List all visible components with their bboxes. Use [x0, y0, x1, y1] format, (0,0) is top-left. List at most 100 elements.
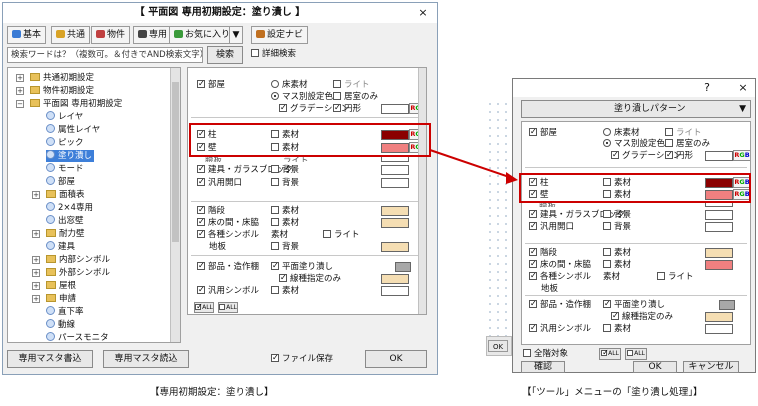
detail-search-checkbox[interactable]: 詳細検索 — [251, 49, 296, 60]
tool-floor-gap-checkbox[interactable]: 床の間・床脇 — [529, 258, 591, 271]
tab-property[interactable]: 物件 — [91, 26, 131, 44]
tool-general-symbol-material-checkbox[interactable]: 素材 — [603, 324, 631, 335]
search-input[interactable]: 検索ワードは？（複数可。＆付きでAND検索文字） — [7, 47, 203, 63]
master-read-button[interactable]: 専用マスタ読込 — [103, 350, 189, 368]
floor-gap-color-swatch[interactable] — [381, 218, 409, 228]
tree-item[interactable]: 申請 — [46, 293, 78, 305]
tab-basic[interactable]: 基本 — [7, 26, 47, 44]
tree-item[interactable]: 直下率 — [46, 306, 86, 318]
tree-item[interactable]: 出窓壁 — [46, 215, 86, 227]
tree-item[interactable]: 塗り潰し — [46, 150, 95, 162]
tree-item[interactable]: 外部シンボル — [46, 267, 112, 279]
tool-floor-material-radio[interactable]: 床素材 — [603, 128, 640, 139]
all-off-button[interactable]: ALL — [218, 302, 238, 313]
tree-item[interactable]: 動線 — [46, 319, 77, 331]
all-on-button[interactable]: ALL — [194, 302, 214, 313]
tree-expander[interactable]: + — [32, 230, 40, 238]
all-target-checkbox[interactable]: 全階対象 — [523, 349, 568, 360]
tool-general-opening-checkbox[interactable]: 汎用開口 — [529, 220, 574, 233]
tool-cancel-button[interactable]: キャンセル — [683, 361, 739, 373]
tool-circle-checkbox[interactable]: 円形 — [665, 149, 693, 162]
tool-stairs-material-checkbox[interactable]: 素材 — [603, 248, 631, 259]
tree-item[interactable]: モード — [46, 163, 86, 175]
general-opening-checkbox[interactable]: 汎用開口 — [197, 176, 242, 189]
line-only-checkbox[interactable]: 線種指定のみ — [279, 272, 341, 285]
tool-ok-button[interactable]: OK — [633, 361, 677, 373]
circle-checkbox[interactable]: 円形 — [333, 102, 361, 115]
tool-fitting-color-swatch[interactable] — [705, 210, 733, 220]
stairs-color-swatch[interactable] — [381, 206, 409, 216]
tool-opening-background-checkbox[interactable]: 背景 — [603, 222, 631, 233]
tool-opening-color-swatch[interactable] — [705, 222, 733, 232]
tree-item[interactable]: 面積表 — [46, 189, 87, 201]
tree-item[interactable]: レイヤ — [46, 111, 85, 123]
tool-room-color-swatch[interactable] — [705, 151, 733, 161]
tree-expander[interactable]: + — [32, 191, 40, 199]
file-save-checkbox[interactable]: ファイル保存 — [271, 352, 333, 365]
general-symbol-material-checkbox[interactable]: 素材 — [271, 286, 299, 297]
tree-item[interactable]: 共通初期設定 — [30, 72, 96, 84]
general-symbol-checkbox[interactable]: 汎用シンボル — [197, 284, 259, 297]
tool-general-symbol-color-swatch[interactable] — [705, 324, 733, 334]
base-plate-background-checkbox[interactable]: 背景 — [271, 242, 299, 253]
tree-item[interactable]: 物件初期設定 — [30, 85, 96, 97]
tree-item[interactable]: 内部シンボル — [46, 254, 112, 266]
tree-expander[interactable]: + — [32, 295, 40, 303]
tab-common[interactable]: 共通 — [51, 26, 91, 44]
master-write-button[interactable]: 専用マスタ書込 — [7, 350, 93, 368]
tool-close-button[interactable]: × — [735, 79, 751, 97]
search-button[interactable]: 検索 — [207, 46, 243, 64]
tree-item[interactable]: パースモニタ — [46, 332, 111, 344]
tree-expander[interactable]: + — [16, 87, 24, 95]
tool-room-rgb-button[interactable]: RGB — [733, 150, 750, 161]
light-checkbox[interactable]: ライト — [333, 80, 370, 91]
floor-material-radio[interactable]: 床素材 — [271, 80, 308, 91]
cad-bottom-ok-button[interactable]: OK — [488, 340, 508, 352]
symbols-checkbox[interactable]: 各種シンボル — [197, 228, 259, 241]
tree-expander[interactable]: + — [16, 74, 24, 82]
tree-scrollbar[interactable] — [170, 68, 180, 342]
tool-line-only-checkbox[interactable]: 線種指定のみ — [611, 310, 673, 323]
tab-dedicated[interactable]: 専用 — [133, 26, 173, 44]
setting-navi-button[interactable]: 設定ナビ — [251, 26, 309, 44]
tool-all-on-button[interactable]: ALL — [599, 348, 621, 360]
tool-all-off-button[interactable]: ALL — [625, 348, 647, 360]
room-checkbox[interactable]: 部屋 — [197, 78, 225, 91]
tree-item[interactable]: 耐力壁 — [46, 228, 87, 240]
line-only-color-swatch[interactable] — [381, 274, 409, 284]
tool-symbols-light-checkbox[interactable]: ライト — [657, 272, 694, 283]
tool-light-checkbox[interactable]: ライト — [665, 128, 702, 139]
room-color-swatch[interactable] — [381, 104, 409, 114]
general-symbol-color-swatch[interactable] — [381, 286, 409, 296]
fill-pattern-dropdown[interactable]: 塗り潰しパターン ▼ — [521, 100, 751, 118]
floor-gap-material-checkbox[interactable]: 素材 — [271, 218, 299, 229]
tree-item[interactable]: 属性レイヤ — [46, 124, 102, 136]
tab-more-dropdown[interactable]: ▼ — [229, 26, 243, 44]
tool-general-symbol-checkbox[interactable]: 汎用シンボル — [529, 322, 591, 335]
main-ok-button[interactable]: OK — [365, 350, 427, 368]
tree-expander[interactable]: + — [32, 269, 40, 277]
tree-expander[interactable]: + — [32, 256, 40, 264]
tool-symbols-checkbox[interactable]: 各種シンボル — [529, 270, 591, 283]
opening-background-checkbox[interactable]: 背景 — [271, 178, 299, 189]
panel-scrollbar[interactable] — [418, 68, 426, 314]
tool-fitting-background-checkbox[interactable]: 背景 — [603, 210, 631, 221]
fitting-color-swatch[interactable] — [381, 165, 409, 175]
stairs-material-checkbox[interactable]: 素材 — [271, 206, 299, 217]
tree-item[interactable]: 屋根 — [46, 280, 78, 292]
tree-scrollbar-thumb[interactable] — [172, 82, 179, 242]
tool-floor-gap-color-swatch[interactable] — [705, 260, 733, 270]
tree-item[interactable]: 部屋 — [46, 176, 77, 188]
tab-favorites[interactable]: お気に入り — [169, 26, 236, 44]
tree-item[interactable]: ピック — [46, 137, 86, 149]
symbols-light-checkbox[interactable]: ライト — [323, 230, 360, 241]
help-button[interactable]: ? — [699, 79, 715, 97]
fitting-background-checkbox[interactable]: 背景 — [271, 165, 299, 176]
tool-floor-gap-material-checkbox[interactable]: 素材 — [603, 260, 631, 271]
parts-checkbox[interactable]: 部品・造作棚 — [197, 260, 259, 273]
tool-room-checkbox[interactable]: 部屋 — [529, 126, 557, 139]
tree-expander[interactable]: + — [32, 282, 40, 290]
main-window-close-button[interactable]: × — [413, 3, 433, 23]
plane-fill-color-swatch[interactable] — [395, 262, 411, 272]
confirm-button[interactable]: 確認 — [521, 361, 565, 373]
